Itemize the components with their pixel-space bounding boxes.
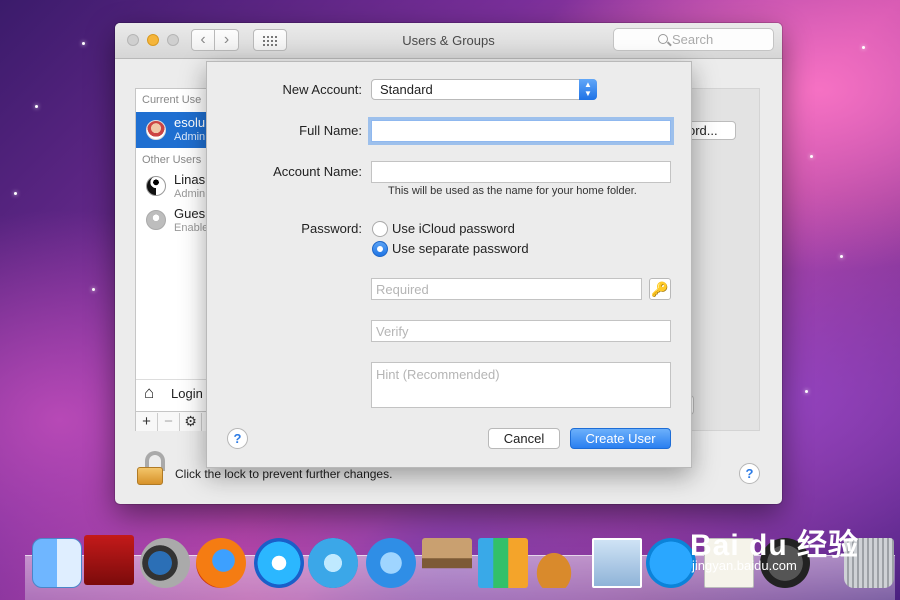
password-field[interactable] xyxy=(371,278,642,300)
separate-password-radio[interactable] xyxy=(372,241,388,257)
account-name-label: Account Name: xyxy=(273,164,362,179)
icloud-password-radio[interactable] xyxy=(372,221,388,237)
numbers-icon[interactable] xyxy=(478,538,528,588)
photo-booth-icon[interactable] xyxy=(84,535,134,585)
itunes-icon[interactable] xyxy=(254,538,304,588)
full-name-label: Full Name: xyxy=(299,123,362,138)
full-name-field[interactable] xyxy=(371,120,671,142)
key-icon: 🔑 xyxy=(651,281,669,297)
wallpaper-star xyxy=(862,46,865,49)
wallpaper-star xyxy=(840,255,843,258)
user-role: Admin xyxy=(174,188,206,200)
firefox-icon[interactable] xyxy=(196,538,246,588)
wallpaper-star xyxy=(14,192,17,195)
skype-icon[interactable] xyxy=(646,538,696,588)
yin-yang-icon xyxy=(146,176,166,196)
wallpaper-star xyxy=(92,288,95,291)
verify-field[interactable] xyxy=(371,320,671,342)
password-label: Password: xyxy=(301,221,362,236)
app-store-icon[interactable] xyxy=(366,538,416,588)
wallpaper-star xyxy=(805,390,808,393)
user-name: esolu xyxy=(174,115,206,130)
watermark-url: jingyan.baidu.com xyxy=(692,558,797,573)
account-name-hint: This will be used as the name for your h… xyxy=(388,185,637,197)
user-role: Admin xyxy=(174,131,206,143)
user-role: Enable xyxy=(174,222,209,234)
avatar xyxy=(146,120,166,140)
new-account-label: New Account: xyxy=(282,82,363,97)
guest-user-icon xyxy=(146,210,166,230)
hint-field[interactable] xyxy=(371,362,671,408)
wallpaper-star xyxy=(82,42,85,45)
search-placeholder: Search xyxy=(672,32,714,47)
sheet-help-button[interactable]: ? xyxy=(227,428,248,449)
help-button[interactable]: ? xyxy=(739,463,760,484)
mail-icon[interactable] xyxy=(592,538,642,588)
house-icon: ⌂ xyxy=(144,383,155,402)
change-password-button[interactable]: ord... xyxy=(685,121,736,140)
current-users-header: Current Use xyxy=(142,94,202,106)
password-assistant-button[interactable]: 🔑 xyxy=(649,278,671,300)
new-account-sheet: New Account: Standard ▲ ▼ Full Name: Acco… xyxy=(206,61,692,468)
user-name: Linas xyxy=(174,172,206,187)
remove-user-button[interactable]: − xyxy=(158,413,180,431)
other-users-header: Other Users xyxy=(142,154,202,166)
gear-icon[interactable]: ⚙ xyxy=(180,413,202,431)
lock-icon[interactable] xyxy=(137,467,163,485)
create-user-button[interactable]: Create User xyxy=(570,428,671,449)
user-name: Gues xyxy=(174,206,206,221)
finder-icon[interactable] xyxy=(32,538,82,588)
account-type-popup[interactable]: Standard ▲ ▼ xyxy=(371,79,597,100)
search-input[interactable]: Search xyxy=(613,28,774,51)
wallpaper-star xyxy=(35,105,38,108)
garageband-icon[interactable] xyxy=(534,538,584,588)
wallpaper-star xyxy=(810,155,813,158)
add-user-button[interactable]: + xyxy=(136,413,158,431)
lock-hint-text: Click the lock to prevent further change… xyxy=(175,467,393,481)
account-type-value: Standard xyxy=(380,82,433,97)
facetime-icon[interactable] xyxy=(140,538,190,588)
search-icon xyxy=(658,34,668,44)
account-name-field[interactable] xyxy=(371,161,671,183)
icloud-password-label: Use iCloud password xyxy=(392,221,515,236)
chevron-updown-icon: ▲ ▼ xyxy=(579,79,597,100)
title-bar: ‹ › Users & Groups Search xyxy=(115,23,782,59)
login-options-label: Login xyxy=(171,386,203,401)
keynote-icon[interactable] xyxy=(422,538,472,588)
separate-password-label: Use separate password xyxy=(392,241,529,256)
cancel-button[interactable]: Cancel xyxy=(488,428,560,449)
safari-icon[interactable] xyxy=(308,538,358,588)
